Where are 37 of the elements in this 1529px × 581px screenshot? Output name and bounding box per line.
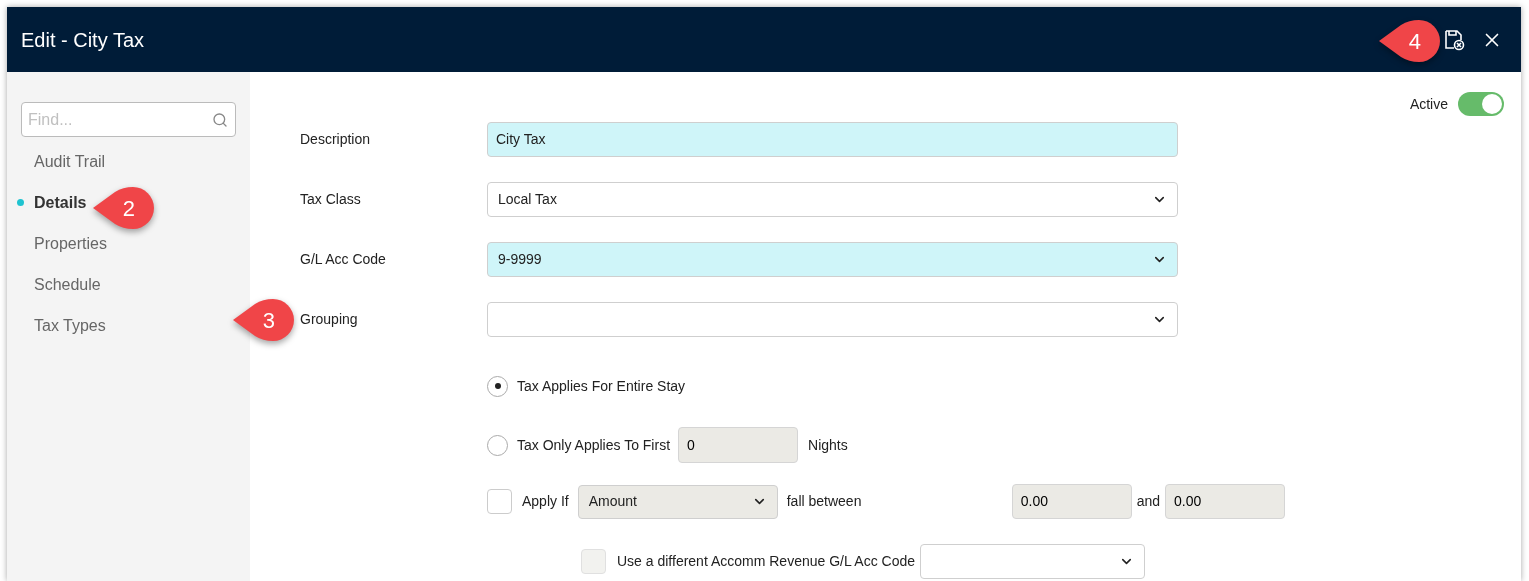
basis-select[interactable]: Amount (577, 484, 778, 519)
callout-badge: 3 (233, 299, 295, 341)
field-label: Tax Class (300, 190, 362, 209)
select-field[interactable] (487, 302, 1178, 337)
field-label: G/L Acc Code (300, 250, 387, 269)
and-label: and (1136, 492, 1161, 511)
sidebar-item[interactable]: Properties (34, 231, 107, 256)
search-field[interactable]: Find... (21, 102, 236, 137)
range-from-field[interactable]: 0.00 (1011, 484, 1132, 519)
checkbox-label: Apply If (522, 492, 569, 511)
radio-button[interactable] (487, 434, 508, 456)
sidebar-item[interactable]: Schedule (34, 272, 101, 297)
sidebar-item[interactable]: Details (34, 190, 87, 215)
callout-badge: 4 (1379, 20, 1441, 62)
search-icon (212, 112, 228, 128)
nights-field[interactable]: 0 (678, 427, 799, 463)
window-title: Edit - City Tax (21, 27, 144, 53)
toggle-label: Active (1409, 94, 1448, 114)
select-field[interactable]: Local Tax (487, 182, 1178, 217)
save-cancel-icon[interactable] (1443, 28, 1465, 51)
select-field[interactable]: 9-9999 (487, 242, 1178, 277)
field-label: Grouping (300, 310, 359, 329)
sidebar-item[interactable]: Audit Trail (34, 149, 106, 174)
select-field[interactable] (920, 544, 1146, 579)
sidebar-item[interactable]: Tax Types (34, 313, 106, 338)
radio-button[interactable] (487, 375, 508, 397)
range-to-field[interactable]: 0.00 (1165, 484, 1286, 519)
text-field[interactable]: City Tax (487, 122, 1178, 157)
checkbox[interactable] (487, 489, 512, 514)
radio-label: Tax Applies For Entire Stay (517, 376, 686, 396)
radio-label: Tax Only Applies To First (517, 435, 671, 455)
field-label: Description (300, 130, 372, 149)
active-toggle[interactable] (1458, 92, 1504, 116)
range-label: fall between (786, 492, 863, 511)
nights-label: Nights (808, 435, 848, 455)
checkbox-label: Use a different Accomm Revenue G/L Acc Code (617, 552, 916, 571)
callout-badge: 2 (93, 187, 155, 229)
